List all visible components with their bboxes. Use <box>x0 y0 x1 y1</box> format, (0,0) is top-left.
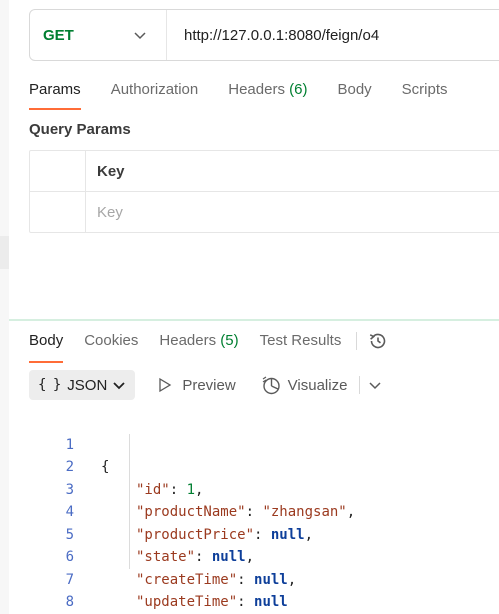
json-comma: , <box>287 571 297 588</box>
visualize-icon <box>262 376 280 394</box>
json-colon: : <box>169 481 187 498</box>
json-comma: , <box>245 549 255 565</box>
response-tabs: Body Cookies Headers (5) Test Results <box>29 329 389 363</box>
key-column-header: Key <box>97 163 125 180</box>
url-bar: GET http://127.0.0.1:8080/feign/o4 <box>29 9 499 61</box>
visualize-menu-chevron-down-icon[interactable] <box>368 378 382 392</box>
json-key: "state" <box>136 549 196 565</box>
json-value: null <box>211 549 246 565</box>
query-params-table: Key Key <box>29 150 499 233</box>
request-tabs: Params Authorization Headers (6) Body Sc… <box>29 78 478 112</box>
play-icon <box>159 377 172 393</box>
chevron-down-icon <box>134 32 146 40</box>
json-comma: , <box>304 526 314 543</box>
tab-body[interactable]: Body <box>337 78 371 112</box>
code-line: 1 { <box>29 411 110 476</box>
key-input[interactable]: Key <box>97 204 123 221</box>
left-sidebar-highlight <box>0 236 9 269</box>
json-key: "productName" <box>136 504 246 520</box>
json-value: null <box>254 594 288 610</box>
tab-headers-label: Headers <box>228 81 285 98</box>
line-number: 8 <box>65 594 74 610</box>
tab-response-headers-label: Headers <box>159 332 217 349</box>
tab-test-results[interactable]: Test Results <box>260 329 342 363</box>
json-comma: , <box>346 504 356 520</box>
json-colon: : <box>195 549 212 565</box>
json-value: null <box>270 526 305 543</box>
code-line: 8 } <box>29 569 74 610</box>
table-row: Key <box>30 192 499 233</box>
tab-scripts[interactable]: Scripts <box>402 78 448 112</box>
toolbar-separator <box>359 376 361 394</box>
code-line: 3 "productName": "zhangsan", <box>29 456 356 521</box>
visualize-label: Visualize <box>287 376 348 394</box>
method-select[interactable]: GET <box>30 10 167 60</box>
code-line: 5 "state": null, <box>29 501 254 566</box>
tab-params[interactable]: Params <box>29 78 81 112</box>
json-colon: : <box>237 571 255 588</box>
json-colon: : <box>245 504 263 520</box>
code-line: 4 "productPrice": null, <box>29 479 313 543</box>
visualize-button[interactable]: Visualize <box>261 375 348 396</box>
chevron-down-icon <box>113 382 125 390</box>
braces-icon: { } <box>38 377 61 393</box>
json-key: "createTime" <box>136 571 238 588</box>
tab-separator <box>356 332 358 350</box>
method-label: GET <box>43 26 74 44</box>
code-line: 7 "updateTime": null <box>29 546 288 611</box>
json-colon: : <box>237 594 255 610</box>
tab-response-body[interactable]: Body <box>29 329 64 363</box>
query-params-title: Query Params <box>29 121 131 138</box>
checkbox-column-header <box>30 151 86 191</box>
json-key: "productPrice" <box>136 526 255 543</box>
json-value: "zhangsan" <box>262 504 347 520</box>
preview-button[interactable]: Preview <box>157 376 236 394</box>
history-icon[interactable] <box>367 330 389 352</box>
left-sidebar-edge <box>0 0 9 614</box>
row-checkbox-cell[interactable] <box>30 192 86 233</box>
indent-guide <box>129 433 130 569</box>
tab-authorization[interactable]: Authorization <box>111 78 199 112</box>
code-line: 6 "createTime": null, <box>29 524 297 588</box>
preview-label: Preview <box>182 376 236 394</box>
json-value: null <box>254 571 288 588</box>
headers-count-badge: (6) <box>289 81 308 98</box>
tab-headers[interactable]: Headers (6) <box>228 78 307 112</box>
tab-response-headers[interactable]: Headers (5) <box>159 329 238 363</box>
json-value: 1 <box>186 481 196 498</box>
format-label: JSON <box>67 376 108 394</box>
code-line: 2 "id": 1, <box>29 434 204 498</box>
code-brace: { <box>101 459 110 475</box>
json-key: "id" <box>136 481 170 498</box>
url-input[interactable]: http://127.0.0.1:8080/feign/o4 <box>167 27 379 44</box>
response-body-editor[interactable]: 1 { 2 "id": 1, 3 "productName": "zhangsa… <box>29 411 356 611</box>
tab-cookies[interactable]: Cookies <box>84 329 138 363</box>
response-pane-divider[interactable] <box>9 319 499 321</box>
table-header-row: Key <box>30 151 499 192</box>
response-headers-count-badge: (5) <box>220 332 239 349</box>
format-select[interactable]: { } JSON <box>29 370 136 400</box>
response-toolbar: { } JSON Preview Visualize <box>29 370 382 400</box>
json-colon: : <box>254 526 271 543</box>
json-comma: , <box>195 481 204 498</box>
json-key: "updateTime" <box>136 594 238 610</box>
